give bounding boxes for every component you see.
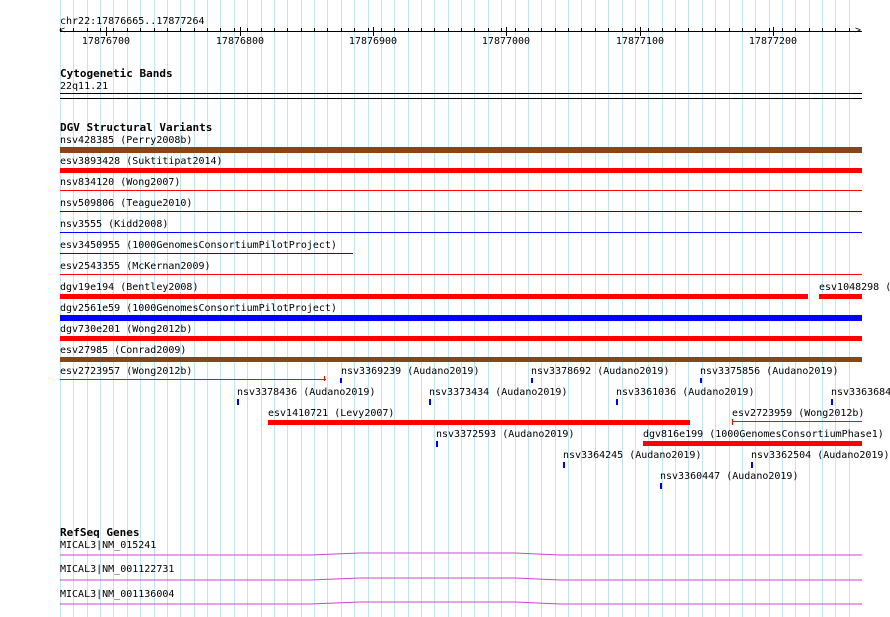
refseq-gene-models: [60, 552, 862, 605]
genome-browser-view: chr22:17876665..17877264 < > 17876700 178…: [0, 0, 890, 617]
gene-model-line[interactable]: [60, 601, 862, 605]
gene-model-line[interactable]: [60, 552, 862, 556]
gene-model-line[interactable]: [60, 577, 862, 581]
